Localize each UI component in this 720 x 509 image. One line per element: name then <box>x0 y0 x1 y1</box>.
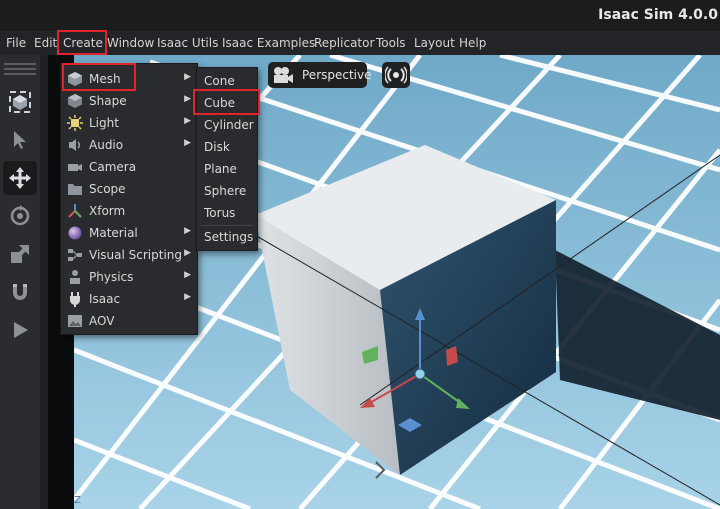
speaker-icon <box>67 137 83 153</box>
menu-isaac-examples[interactable]: Isaac Examples <box>222 36 315 50</box>
mesh-highlight <box>62 63 136 91</box>
chevron-right-icon: ▶ <box>184 248 191 258</box>
menu-help[interactable]: Help <box>459 36 486 50</box>
create-menu-item-physics[interactable]: Physics ▶ <box>61 266 197 288</box>
axis-z-label: Z <box>74 495 81 506</box>
create-menu-item-visual-scripting[interactable]: Visual Scripting ▶ <box>61 244 197 266</box>
chevron-right-icon: ▶ <box>184 94 191 104</box>
camera-icon <box>67 159 83 175</box>
plug-icon <box>67 291 83 307</box>
mesh-item-disk[interactable]: Disk <box>197 136 257 158</box>
mesh-item-sphere[interactable]: Sphere <box>197 180 257 202</box>
menu-bar: File Edit Create Window Isaac Utils Isaa… <box>0 31 720 55</box>
select-mode-icon[interactable] <box>3 85 37 119</box>
grip-line <box>4 73 36 75</box>
graph-icon <box>67 247 83 263</box>
audio-view-button[interactable] <box>382 62 410 88</box>
title-bar: Isaac Sim 4.0.0 <box>0 0 720 32</box>
create-menu-item-camera[interactable]: Camera <box>61 156 197 178</box>
create-menu-item-isaac[interactable]: Isaac ▶ <box>61 288 197 310</box>
physics-icon <box>67 269 83 285</box>
create-menu: Mesh ▶ Shape ▶ Light ▶ Audio ▶ Camera Sc… <box>60 63 198 335</box>
create-menu-item-shape[interactable]: Shape ▶ <box>61 90 197 112</box>
shape-icon <box>67 93 83 109</box>
menu-isaac-utils[interactable]: Isaac Utils <box>157 36 218 50</box>
sphere-icon <box>67 225 83 241</box>
chevron-right-icon: ▶ <box>184 116 191 126</box>
grip-line <box>4 68 36 70</box>
chevron-right-icon: ▶ <box>184 226 191 236</box>
camera-label: Perspective <box>302 68 372 82</box>
mesh-item-cylinder[interactable]: Cylinder <box>197 114 257 136</box>
mesh-item-plane[interactable]: Plane <box>197 158 257 180</box>
move-icon[interactable] <box>3 161 37 195</box>
menu-window[interactable]: Window <box>107 36 154 50</box>
camera-icon <box>272 66 294 84</box>
scale-icon[interactable] <box>3 237 37 271</box>
app-title: Isaac Sim 4.0.0 <box>598 7 718 23</box>
create-highlight <box>57 30 107 55</box>
menu-layout[interactable]: Layout <box>414 36 455 50</box>
create-menu-item-aov[interactable]: AOV <box>61 310 197 332</box>
create-menu-item-material[interactable]: Material ▶ <box>61 222 197 244</box>
chevron-right-icon: ▶ <box>184 292 191 302</box>
create-menu-item-light[interactable]: Light ▶ <box>61 112 197 134</box>
select-arrow-icon[interactable] <box>3 123 37 157</box>
menu-edit[interactable]: Edit <box>34 36 57 50</box>
image-icon <box>67 313 83 329</box>
folder-icon <box>67 181 83 197</box>
create-menu-item-audio[interactable]: Audio ▶ <box>61 134 197 156</box>
left-toolbar <box>0 55 40 509</box>
xform-icon <box>67 203 83 219</box>
rotate-icon[interactable] <box>3 199 37 233</box>
broadcast-icon <box>385 66 407 84</box>
chevron-right-icon: ▶ <box>184 138 191 148</box>
cube-highlight <box>193 89 260 115</box>
panel-divider <box>40 55 48 509</box>
create-menu-item-xform[interactable]: Xform <box>61 200 197 222</box>
menu-replicator[interactable]: Replicator <box>314 36 374 50</box>
camera-perspective-button[interactable]: Perspective <box>268 62 372 88</box>
chevron-right-icon: ▶ <box>184 72 191 82</box>
menu-file[interactable]: File <box>6 36 26 50</box>
chevron-right-icon: ▶ <box>184 270 191 280</box>
light-icon <box>67 115 83 131</box>
mesh-item-settings[interactable]: Settings <box>197 226 257 248</box>
mesh-item-torus[interactable]: Torus <box>197 202 257 224</box>
grip-line <box>4 63 36 65</box>
play-icon[interactable] <box>3 313 37 347</box>
snap-magnet-icon[interactable] <box>3 275 37 309</box>
create-menu-item-scope[interactable]: Scope <box>61 178 197 200</box>
menu-tools[interactable]: Tools <box>376 36 406 50</box>
